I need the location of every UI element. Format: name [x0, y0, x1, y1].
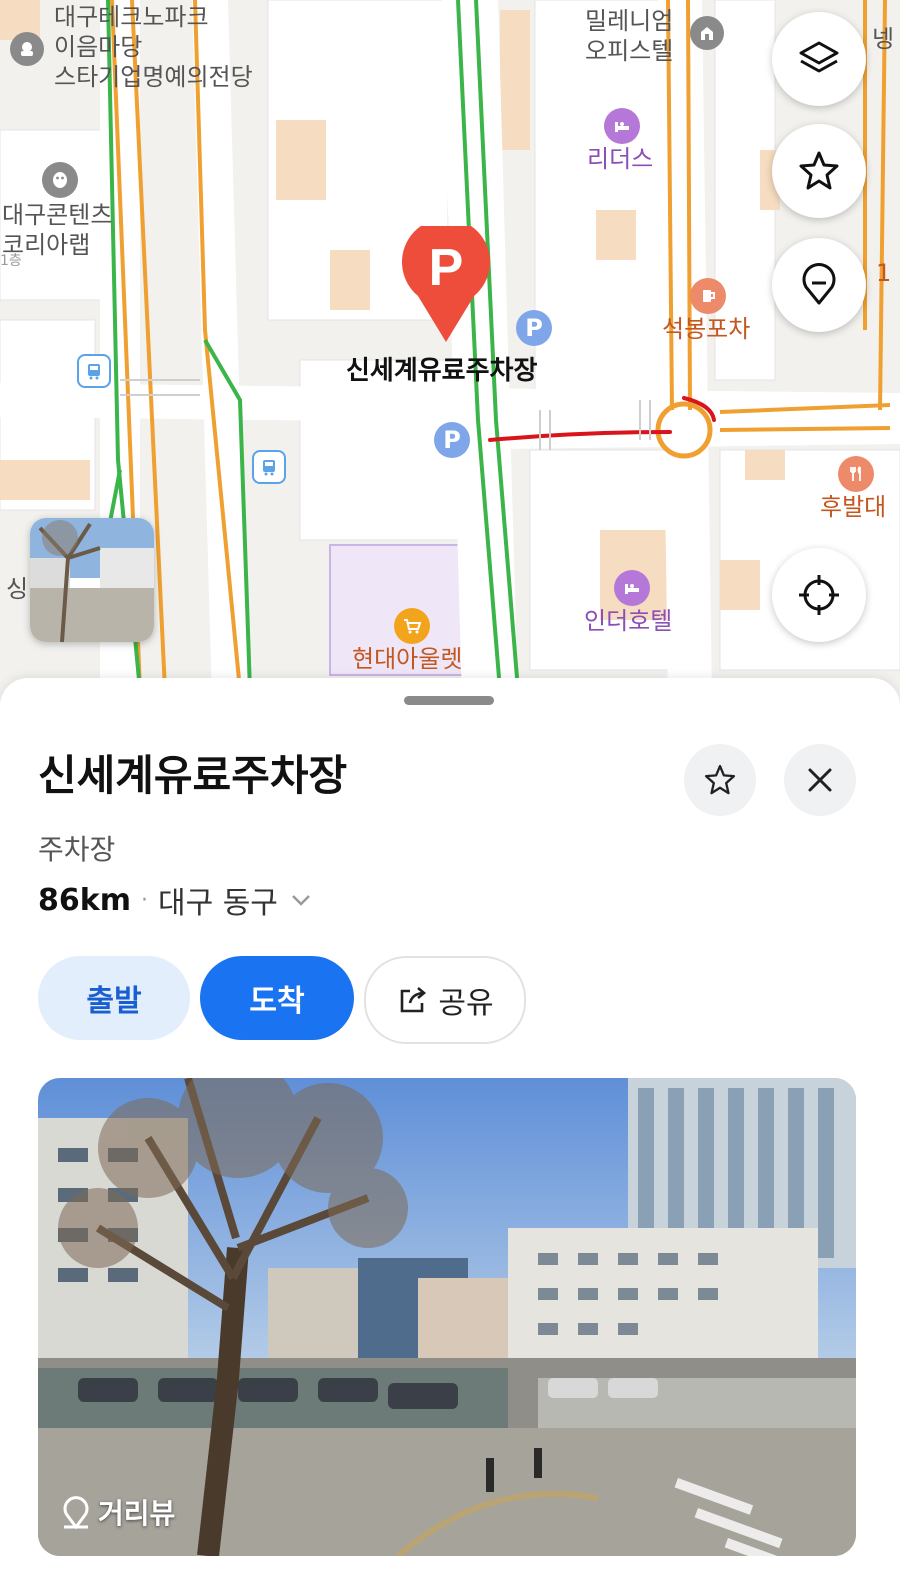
parking-icon[interactable]: P	[434, 422, 470, 458]
layers-button[interactable]	[772, 12, 866, 106]
building-icon[interactable]	[690, 16, 724, 50]
place-title: 신세계유료주차장	[38, 751, 348, 800]
marker-letter: P	[428, 239, 464, 297]
chevron-down-icon[interactable]	[288, 887, 314, 913]
sheet-grabber[interactable]	[404, 696, 494, 705]
hotel-icon[interactable]	[614, 570, 650, 606]
save-favorite-button[interactable]	[684, 744, 756, 816]
mask-icon[interactable]	[42, 162, 78, 198]
layers-icon	[799, 41, 839, 73]
place-category: 주차장	[38, 833, 116, 866]
meta-separator: ·	[140, 887, 148, 913]
close-icon	[808, 768, 832, 792]
poi-label-techno-park[interactable]: 대구테크노파크 이음마당 스타기업명예의전당	[54, 2, 253, 92]
location-pin-icon	[63, 1496, 89, 1529]
depart-label: 출발	[86, 984, 142, 1019]
place-meta: 86km · 대구 동구	[38, 878, 314, 922]
poi-label-edge-left: 싱	[6, 575, 29, 603]
beer-icon[interactable]	[690, 278, 726, 314]
street-view-thumbnail[interactable]	[30, 518, 154, 642]
shopping-cart-icon[interactable]	[394, 608, 430, 644]
bus-stop-icon[interactable]	[252, 450, 286, 484]
map-pin-icon	[802, 263, 836, 305]
poi-label-hubal[interactable]: 후발대	[820, 492, 886, 522]
restaurant-icon[interactable]	[838, 456, 874, 492]
share-button[interactable]: 공유	[364, 956, 526, 1044]
hotel-icon[interactable]	[604, 108, 640, 144]
depart-button[interactable]: 출발	[38, 956, 190, 1040]
place-bottom-sheet[interactable]: 신세계유료주차장 주차장 86km · 대구 동구 출발 도착 공유 거리뷰	[0, 678, 900, 1582]
poi-label-edge-right-mid: 1	[876, 259, 892, 287]
distance: 86km	[38, 882, 131, 918]
parking-letter: P	[525, 314, 543, 342]
parking-letter: P	[443, 426, 461, 454]
poi-label-hyundai-outlet[interactable]: 현대아울렛	[352, 644, 462, 674]
share-label: 공유	[438, 986, 494, 1021]
street-view-photo[interactable]: 거리뷰	[38, 1078, 856, 1556]
poi-label-inder-hotel[interactable]: 인더호텔	[584, 606, 672, 636]
share-icon	[401, 987, 427, 1013]
poi-label-seokbong[interactable]: 석봉포차	[662, 314, 750, 344]
crosshair-icon	[799, 575, 839, 615]
address[interactable]: 대구 동구	[158, 878, 278, 922]
street-view-text: 거리뷰	[98, 1497, 176, 1530]
poi-label-leaders[interactable]: 리더스	[587, 144, 653, 174]
my-location-button[interactable]	[772, 548, 866, 642]
pin-button[interactable]	[772, 238, 866, 332]
star-icon	[704, 764, 736, 795]
star-icon	[799, 151, 839, 190]
poi-label-edge-right-top: 넹	[872, 25, 895, 53]
favorites-button[interactable]	[772, 124, 866, 218]
street-view-label: 거리뷰	[62, 1492, 175, 1532]
bus-stop-icon[interactable]	[77, 354, 111, 388]
arrive-button[interactable]: 도착	[200, 956, 354, 1040]
arrive-label: 도착	[249, 984, 305, 1019]
theater-icon[interactable]	[10, 32, 44, 66]
close-button[interactable]	[784, 744, 856, 816]
selected-place-marker[interactable]: P	[400, 226, 492, 346]
poi-label-edge-left-small: 1층	[0, 253, 22, 269]
selected-place-label[interactable]: 신세계유료주차장	[346, 356, 537, 386]
parking-icon[interactable]: P	[516, 310, 552, 346]
map-view[interactable]: 대구테크노파크 이음마당 스타기업명예의전당 대구콘텐츠 코리아랩 1층 밀레니…	[0, 0, 900, 700]
poi-label-millennium[interactable]: 밀레니엄 오피스텔	[585, 6, 673, 66]
